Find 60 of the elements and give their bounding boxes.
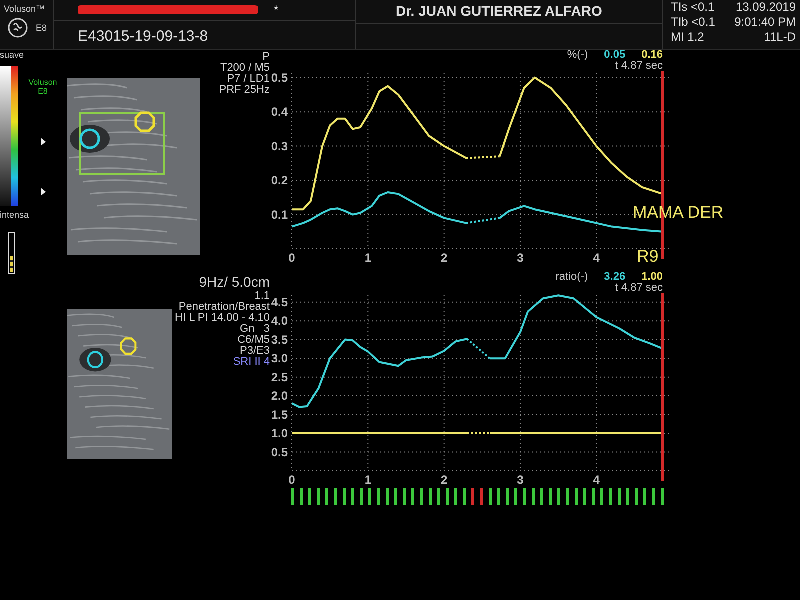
axis-tick-label: 4.5: [271, 295, 288, 310]
image-parameter: PRF 25Hz: [219, 85, 270, 96]
scale-top-label: suave: [0, 50, 24, 60]
axis-tick-label: 0.2: [271, 174, 288, 188]
brand-label: Voluson™: [4, 4, 46, 14]
axis-tick-label: 0: [288, 473, 296, 487]
axis-tick-label: 4: [593, 251, 600, 265]
readout-value: 1.00: [642, 272, 663, 282]
safety-index: TIb <0.1: [671, 15, 716, 30]
axis-tick-label: 3.5: [271, 332, 288, 347]
safety-index: MI 1.2: [671, 30, 706, 45]
readout-value: 3.26: [604, 272, 626, 282]
image-parameter: Gn 3: [240, 324, 270, 335]
axis-tick-label: 3: [517, 251, 524, 265]
image-parameter: Penetration/Breast: [178, 302, 270, 313]
brand-label: Voluson: [28, 78, 58, 87]
axis-tick-label: 3: [517, 473, 524, 487]
exam-id: E43015-19-09-13-8: [78, 28, 208, 45]
axis-tick-label: 4: [593, 473, 600, 487]
axis-tick-label: 2: [440, 473, 448, 487]
image-parameter: HI L PI 14.00 - 4.10: [175, 313, 270, 324]
model-label: E8: [36, 23, 48, 33]
image-parameter: P7 / LD1: [227, 74, 270, 85]
exam-date: 13.09.2019: [734, 0, 796, 15]
axis-tick-label: 1.5: [271, 408, 288, 422]
axis-tick-label: 0: [288, 251, 296, 265]
axis-tick-label: 1: [364, 251, 372, 265]
image-parameter: T200 / M5: [220, 63, 270, 74]
axis-tick-label: 0.5: [271, 71, 288, 85]
side-label: R9: [637, 246, 659, 268]
readout-unit: ratio(-): [556, 272, 588, 282]
doctor-name: Dr. JUAN GUTIERREZ ALFARO: [396, 2, 602, 21]
safety-index: TIs <0.1: [671, 0, 716, 15]
axis-tick-label: 1: [364, 473, 372, 487]
image-parameter: P: [262, 52, 270, 63]
axis-tick-label: 0.1: [271, 208, 288, 222]
axis-tick-label: 2.5: [271, 370, 288, 384]
readout-unit: %(-): [567, 50, 588, 60]
time-readout: t 4.87 sec: [615, 282, 663, 293]
readout-value: 0.05: [604, 50, 626, 60]
scale-bottom-label: intensa: [0, 210, 30, 220]
time-readout: t 4.87 sec: [615, 60, 663, 71]
readout-value: 0.16: [642, 50, 663, 60]
asterisk-text: *: [274, 2, 279, 18]
image-parameter: P3/E3: [240, 346, 270, 357]
axis-tick-label: 1.0: [271, 426, 288, 441]
probe-name: 11L-D: [763, 30, 796, 45]
axis-tick-label: 2.0: [271, 389, 288, 404]
axis-tick-label: 0.5: [271, 445, 288, 460]
axis-tick-label: 3.0: [271, 352, 288, 366]
axis-tick-label: 4.0: [271, 314, 288, 328]
image-parameter: 1.1: [254, 291, 270, 302]
image-parameter: C6/M5: [238, 335, 270, 346]
axis-tick-label: 0.4: [271, 105, 288, 120]
exam-time: 9:01:40 PM: [734, 15, 796, 30]
image-parameter: 9Hz/ 5.0cm: [199, 274, 270, 291]
image-parameter: SRI II 4: [233, 357, 270, 368]
axis-tick-label: 2: [440, 251, 448, 265]
axis-tick-label: 0.3: [271, 139, 288, 154]
model-label: E8: [38, 87, 48, 96]
